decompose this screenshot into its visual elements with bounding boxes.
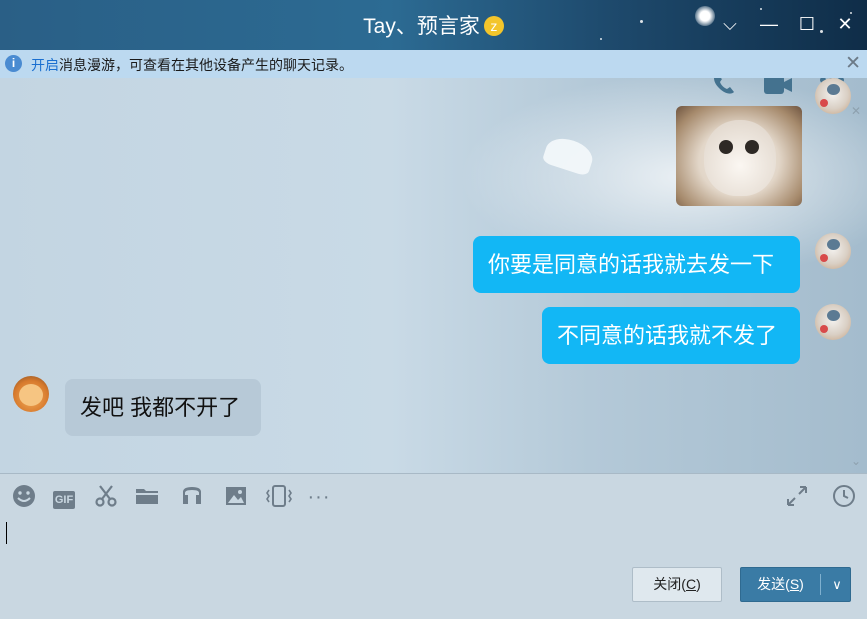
expand-icon[interactable] <box>784 484 810 510</box>
send-options-dropdown[interactable]: ∨ <box>824 568 850 601</box>
title-bar: Tay、预言家 z ⌵ — ☐ ✕ <box>0 0 867 50</box>
notice-close-button[interactable]: ✕ <box>845 52 861 75</box>
avatar-cat-face <box>19 384 43 406</box>
contact-name: Tay、预言家 <box>363 15 480 38</box>
gif-label: GIF <box>52 491 76 509</box>
gif-icon[interactable]: GIF <box>50 484 78 510</box>
outgoing-message-bubble[interactable]: 不同意的话我就不发了 <box>542 307 800 364</box>
send-button[interactable]: 发送(S) ∨ <box>740 567 851 602</box>
send-button-separator <box>820 574 821 595</box>
folder-icon[interactable] <box>134 484 160 510</box>
avatar-flower <box>820 99 828 107</box>
chat-history[interactable]: ✕ 你要是同意的话我就去发一下 不同意的话我就不发了 发吧 我都不开了 ⌄ <box>0 78 867 473</box>
history-clock-icon[interactable] <box>831 484 857 510</box>
avatar-figure <box>827 310 840 321</box>
cat-face <box>704 120 776 196</box>
incoming-message-bubble[interactable]: 发吧 我都不开了 <box>65 379 261 436</box>
info-icon: i <box>5 55 22 72</box>
send-button-key: S <box>789 576 800 592</box>
send-button-end: ) <box>799 576 804 592</box>
image-icon[interactable] <box>223 484 249 510</box>
sticker-image-message[interactable] <box>676 106 802 206</box>
input-toolbar: GIF ··· <box>0 474 867 520</box>
send-button-text: 发送(S) <box>741 568 820 601</box>
more-tools-icon[interactable]: ··· <box>304 484 334 510</box>
enable-roaming-link[interactable]: 开启 <box>31 57 59 73</box>
phone-icon[interactable] <box>710 78 740 105</box>
text-caret <box>6 522 7 544</box>
my-avatar[interactable] <box>815 304 851 340</box>
avatar-flower <box>820 254 828 262</box>
emoji-icon[interactable] <box>11 484 37 510</box>
message-input[interactable]: 关闭(C) 发送(S) ∨ <box>0 520 867 619</box>
expand-button[interactable]: ⌵ <box>716 10 744 38</box>
cat-eye <box>719 140 733 154</box>
close-window-button[interactable]: ✕ <box>831 10 859 38</box>
collapse-top-icon[interactable]: ✕ <box>851 104 861 118</box>
close-button[interactable]: 关闭(C) <box>632 567 722 602</box>
avatar-flower <box>820 325 828 333</box>
music-icon[interactable] <box>179 484 205 510</box>
roaming-notice-bar: i 开启消息漫游，可查看在其他设备产生的聊天记录。 ✕ <box>0 50 867 78</box>
scissors-icon[interactable] <box>93 484 119 510</box>
contact-avatar[interactable] <box>13 376 49 412</box>
vip-badge-icon: z <box>483 16 504 36</box>
cat-eye <box>745 140 759 154</box>
close-button-label: 关闭( <box>653 576 686 592</box>
maximize-button[interactable]: ☐ <box>793 10 821 38</box>
close-button-end: ) <box>696 576 701 592</box>
avatar-figure <box>827 84 840 95</box>
scroll-down-icon[interactable]: ⌄ <box>851 454 861 468</box>
minimize-button[interactable]: — <box>755 10 783 38</box>
outgoing-message-bubble[interactable]: 你要是同意的话我就去发一下 <box>473 236 800 293</box>
notice-text: 消息漫游，可查看在其他设备产生的聊天记录。 <box>59 57 353 73</box>
avatar-figure <box>827 239 840 250</box>
video-icon[interactable] <box>762 78 794 105</box>
send-button-label: 发送( <box>757 576 790 592</box>
shake-icon[interactable] <box>264 484 294 510</box>
my-avatar[interactable] <box>815 78 851 114</box>
close-button-key: C <box>685 576 697 592</box>
notice-text-wrap: 开启消息漫游，可查看在其他设备产生的聊天记录。 <box>31 55 353 75</box>
my-avatar[interactable] <box>815 233 851 269</box>
